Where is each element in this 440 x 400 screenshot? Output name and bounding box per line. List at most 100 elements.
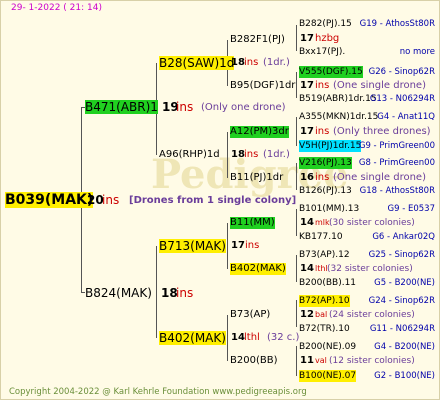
g4-name[interactable]: B72(AP).10 [299, 295, 350, 307]
mff-note: (30 sister colonies) [329, 218, 415, 228]
mmm-ins: val [315, 356, 327, 365]
connector [296, 25, 297, 51]
mmm-queen[interactable]: B200(BB) [230, 355, 277, 367]
g4-name[interactable]: V5H(PJ)1dr.15 [299, 140, 362, 152]
g4-ref: G9 - PrimGreen00 [358, 141, 435, 151]
fmm-note: (One single drone) [333, 172, 426, 183]
fmm-year: 16 [300, 172, 314, 183]
root-queen[interactable]: B039(MAK) [5, 192, 94, 208]
connector [227, 315, 228, 361]
g4-ref: no more [399, 47, 435, 57]
connector [296, 209, 297, 236]
g4-ref: G4 - Anat11Q [377, 112, 435, 122]
connector [296, 346, 297, 376]
date-header: 29- 1-2022 ( 21: 14) [11, 3, 102, 13]
g4-name[interactable]: V555(DGF).15 [299, 66, 363, 78]
mm-ins: lthl [244, 332, 260, 343]
mm-queen[interactable]: B402(MAK) [159, 331, 226, 345]
ff-year: 18 [231, 57, 245, 68]
mmf-note: (24 sister colonies) [329, 310, 415, 320]
mmm-year: 11 [300, 355, 314, 366]
mmm-note: (12 sister colonies) [329, 356, 415, 366]
g4-name[interactable]: KB177.10 [299, 231, 343, 243]
mf-queen[interactable]: B713(MAK) [159, 239, 226, 253]
g4-ref: G9 - E0537 [387, 204, 435, 214]
mf-ins: ins [245, 240, 260, 251]
fmm-ins: ins [315, 172, 330, 183]
g4-name[interactable]: V216(PJ).13 [299, 157, 352, 169]
fmf-ins: ins [315, 126, 330, 137]
mm-year: 14 [231, 332, 245, 343]
connector [227, 223, 228, 269]
g4-ref: G5 - B200(NE) [374, 278, 435, 288]
fmf-note: (Only three drones) [333, 126, 431, 137]
g4-name[interactable]: B100(NE).07 [299, 370, 357, 382]
ffm-note: (One single drone) [333, 80, 426, 91]
mf-year: 17 [231, 240, 245, 251]
ffm-queen[interactable]: B95(DGF)1dr [230, 80, 295, 92]
mfm-ins: lthl [315, 264, 328, 273]
connector [296, 72, 297, 98]
g4-name[interactable]: Bxx17(PJ). [299, 46, 345, 58]
g4-ref: G19 - AthosSt80R [359, 19, 435, 29]
fmm-queen[interactable]: B11(PJ)1dr [230, 172, 283, 184]
mfm-year: 14 [300, 263, 314, 274]
mff-queen[interactable]: B11(MM) [230, 217, 275, 229]
mff-ins: mlk [315, 218, 330, 227]
fmf-year: 17 [300, 126, 314, 137]
fm-note: (1dr.) [263, 149, 290, 160]
footer-copyright: Copyright 2004-2022 @ Karl Kehrle Founda… [9, 387, 307, 397]
connector [156, 246, 157, 338]
mm-note: (32 c.) [267, 332, 300, 343]
mother-ins: ins [176, 286, 194, 300]
father-ins: ins [176, 100, 194, 114]
g4-name[interactable]: B73(AP).12 [299, 249, 350, 261]
g4-name[interactable]: B126(PJ).13 [299, 185, 352, 197]
mmf-ins: bal [315, 310, 328, 319]
g4-ref: G8 - PrimGreen00 [358, 158, 435, 168]
pedigree-chart: Pedigree 29- 1-2022 ( 21: 14) B039(MAK) … [0, 0, 440, 400]
mmf-year: 12 [300, 309, 314, 320]
fm-ins: ins [244, 149, 259, 160]
g4-name[interactable]: B519(ABR)1dr.15 [299, 93, 377, 105]
g4-ref: G6 - Ankar02Q [372, 232, 435, 242]
mfm-queen[interactable]: B402(MAK) [230, 263, 286, 275]
g4-name[interactable]: A355(MKN)1dr.15 [299, 111, 378, 123]
fff-ins: hzbg [315, 33, 340, 44]
g4-ref: G25 - Sinop62R [368, 250, 435, 260]
ff-note: (1dr.) [263, 57, 290, 68]
g4-ref: G2 - B100(NE) [374, 371, 435, 381]
g4-ref: G13 - N06294R [369, 94, 435, 104]
mmf-queen[interactable]: B73(AP) [230, 309, 270, 321]
root-ins: ins [102, 193, 120, 207]
g4-ref: G24 - Sinop62R [368, 296, 435, 306]
ffm-year: 17 [300, 80, 314, 91]
g4-name[interactable]: B200(BB).11 [299, 277, 356, 289]
g4-ref: G26 - Sinop62R [368, 67, 435, 77]
connector [296, 163, 297, 190]
ffm-ins: ins [315, 80, 330, 91]
g4-ref: G11 - N06294R [369, 324, 435, 334]
root-note: [Drones from 1 single colony] [129, 195, 297, 206]
mff-year: 14 [300, 217, 314, 228]
mother-queen[interactable]: B824(MAK) [85, 286, 152, 300]
connector [227, 132, 228, 178]
g4-name[interactable]: B282(PJ).15 [299, 18, 352, 30]
connector [296, 255, 297, 282]
fm-queen[interactable]: A96(RHP)1d [159, 149, 220, 161]
connector [296, 300, 297, 327]
fm-year: 18 [231, 149, 245, 160]
ff-queen[interactable]: B28(SAW)1d [159, 56, 235, 70]
connector [296, 117, 297, 146]
fff-year: 17 [300, 33, 314, 44]
father-note: (Only one drone) [201, 102, 286, 113]
ff-ins: ins [244, 57, 259, 68]
g4-name[interactable]: B101(MM).13 [299, 203, 359, 215]
g4-ref: G4 - B200(NE) [374, 342, 435, 352]
mfm-note: (32 sister colonies) [327, 264, 413, 274]
fff-queen[interactable]: B282F1(PJ) [230, 34, 285, 46]
father-queen[interactable]: B471(ABR)1 [85, 100, 158, 114]
g4-name[interactable]: B200(NE).09 [299, 341, 356, 353]
g4-name[interactable]: B72(TR).10 [299, 323, 350, 335]
fmf-queen[interactable]: A12(PM)3dr [230, 126, 289, 138]
